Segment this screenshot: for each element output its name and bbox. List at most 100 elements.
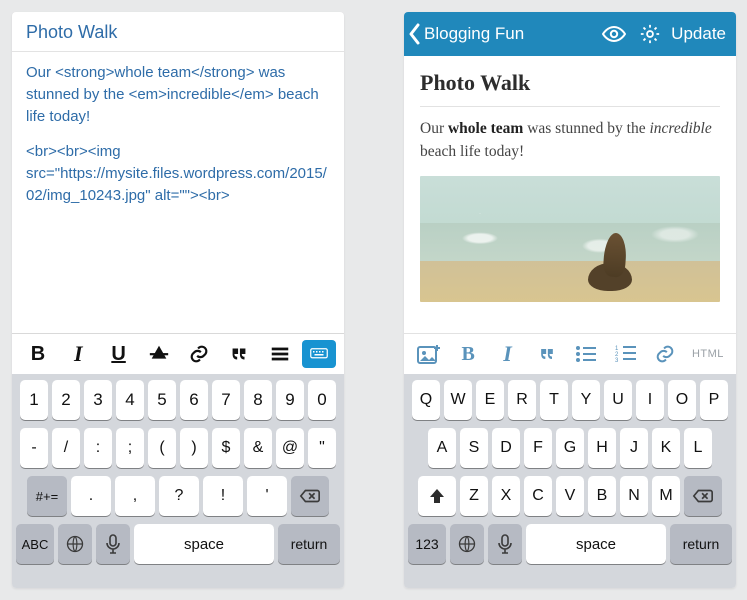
key-9[interactable]: 9 xyxy=(276,380,304,420)
bullet-list-button[interactable] xyxy=(568,338,605,370)
key-globe[interactable] xyxy=(58,524,92,564)
key-return[interactable]: return xyxy=(278,524,340,564)
key-a[interactable]: A xyxy=(428,428,456,468)
key-semicolon[interactable]: ; xyxy=(116,428,144,468)
quote-button[interactable] xyxy=(528,338,565,370)
strikethrough-button[interactable] xyxy=(141,338,177,370)
key-c[interactable]: C xyxy=(524,476,552,516)
key-e[interactable]: E xyxy=(476,380,504,420)
image-plus-icon xyxy=(417,344,441,364)
key-r[interactable]: R xyxy=(508,380,536,420)
key-globe[interactable] xyxy=(450,524,484,564)
blank-line xyxy=(26,127,330,141)
key-l[interactable]: L xyxy=(684,428,712,468)
key-lparen[interactable]: ( xyxy=(148,428,176,468)
key-v[interactable]: V xyxy=(556,476,584,516)
quote-button[interactable] xyxy=(221,338,257,370)
key-g[interactable]: G xyxy=(556,428,584,468)
key-abc[interactable]: ABC xyxy=(16,524,54,564)
key-backspace[interactable] xyxy=(291,476,329,516)
key-x[interactable]: X xyxy=(492,476,520,516)
key-s[interactable]: S xyxy=(460,428,488,468)
switch-to-html-button[interactable]: HTML xyxy=(686,338,730,370)
key-t[interactable]: T xyxy=(540,380,568,420)
more-button[interactable] xyxy=(262,338,298,370)
key-2[interactable]: 2 xyxy=(52,380,80,420)
bold-button[interactable]: B xyxy=(449,338,486,370)
key-h[interactable]: H xyxy=(588,428,616,468)
key-space[interactable]: space xyxy=(134,524,274,564)
key-5[interactable]: 5 xyxy=(148,380,176,420)
update-button[interactable]: Update xyxy=(671,24,726,44)
key-f[interactable]: F xyxy=(524,428,552,468)
key-question[interactable]: ? xyxy=(159,476,199,516)
key-amp[interactable]: & xyxy=(244,428,272,468)
insert-media-button[interactable] xyxy=(410,338,447,370)
key-k[interactable]: K xyxy=(652,428,680,468)
key-dash[interactable]: - xyxy=(20,428,48,468)
chevron-left-icon xyxy=(408,23,422,45)
key-microphone[interactable] xyxy=(96,524,130,564)
key-space[interactable]: space xyxy=(526,524,666,564)
post-title-field[interactable]: Photo Walk xyxy=(12,12,344,52)
underline-button[interactable]: U xyxy=(101,338,137,370)
key-8[interactable]: 8 xyxy=(244,380,272,420)
bold-button[interactable]: B xyxy=(20,338,56,370)
preview-button[interactable] xyxy=(599,26,629,42)
key-1[interactable]: 1 xyxy=(20,380,48,420)
key-i[interactable]: I xyxy=(636,380,664,420)
hide-keyboard-button[interactable] xyxy=(302,340,336,368)
key-q[interactable]: Q xyxy=(412,380,440,420)
key-shift[interactable] xyxy=(418,476,456,516)
ios-keyboard-qwerty: Q W E R T Y U I O P A S D F G H J K L xyxy=(404,374,736,588)
post-image[interactable] xyxy=(420,176,720,302)
key-return[interactable]: return xyxy=(670,524,732,564)
link-button[interactable] xyxy=(181,338,217,370)
italic-button[interactable]: I xyxy=(60,338,96,370)
shift-icon xyxy=(428,487,446,505)
key-dollar[interactable]: $ xyxy=(212,428,240,468)
post-title[interactable]: Photo Walk xyxy=(404,56,736,106)
key-y[interactable]: Y xyxy=(572,380,600,420)
key-123[interactable]: 123 xyxy=(408,524,446,564)
key-backspace[interactable] xyxy=(684,476,722,516)
key-slash[interactable]: / xyxy=(52,428,80,468)
key-b[interactable]: B xyxy=(588,476,616,516)
body-text-mid: was stunned by the xyxy=(523,120,649,137)
key-6[interactable]: 6 xyxy=(180,380,208,420)
key-apostrophe[interactable]: ' xyxy=(247,476,287,516)
key-rparen[interactable]: ) xyxy=(180,428,208,468)
key-n[interactable]: N xyxy=(620,476,648,516)
numbered-list-button[interactable]: 123 xyxy=(607,338,644,370)
post-body[interactable]: Our whole team was stunned by the incred… xyxy=(404,107,736,172)
key-o[interactable]: O xyxy=(668,380,696,420)
key-p[interactable]: P xyxy=(700,380,728,420)
keyboard-row-2: - / : ; ( ) $ & @ " xyxy=(16,428,340,468)
key-3[interactable]: 3 xyxy=(84,380,112,420)
keyboard-row-4: ABC space return xyxy=(16,524,340,564)
key-z[interactable]: Z xyxy=(460,476,488,516)
key-microphone[interactable] xyxy=(488,524,522,564)
key-period[interactable]: . xyxy=(71,476,111,516)
key-d[interactable]: D xyxy=(492,428,520,468)
key-at[interactable]: @ xyxy=(276,428,304,468)
key-colon[interactable]: : xyxy=(84,428,112,468)
key-w[interactable]: W xyxy=(444,380,472,420)
key-4[interactable]: 4 xyxy=(116,380,144,420)
key-u[interactable]: U xyxy=(604,380,632,420)
key-comma[interactable]: , xyxy=(115,476,155,516)
key-7[interactable]: 7 xyxy=(212,380,240,420)
settings-button[interactable] xyxy=(635,23,665,45)
key-m[interactable]: M xyxy=(652,476,680,516)
keyboard-row-3: Z X C V B N M xyxy=(408,476,732,516)
key-0[interactable]: 0 xyxy=(308,380,336,420)
key-quote[interactable]: " xyxy=(308,428,336,468)
more-icon xyxy=(269,343,291,365)
link-button[interactable] xyxy=(647,338,684,370)
key-exclaim[interactable]: ! xyxy=(203,476,243,516)
html-source-editor[interactable]: Our <strong>whole team</strong> was stun… xyxy=(12,52,344,333)
key-alt-symbols[interactable]: #+= xyxy=(27,476,67,516)
italic-button[interactable]: I xyxy=(489,338,526,370)
key-j[interactable]: J xyxy=(620,428,648,468)
back-button[interactable]: Blogging Fun xyxy=(408,23,524,45)
